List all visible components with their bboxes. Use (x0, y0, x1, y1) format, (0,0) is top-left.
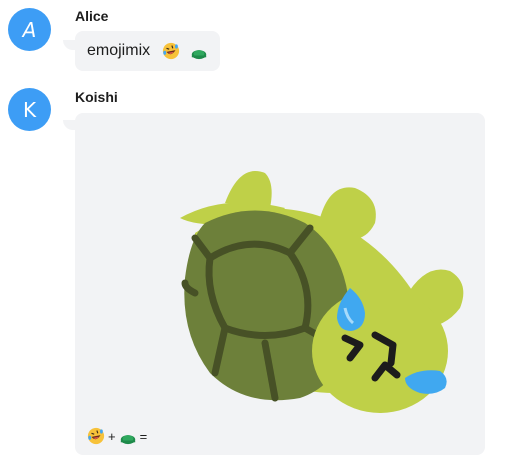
avatar-letter: A (22, 17, 37, 42)
message-bubble: emojimix (75, 31, 221, 71)
image-bubble[interactable]: + = (75, 113, 485, 455)
sender-name: Alice (75, 8, 109, 24)
avatar-alice[interactable]: A (8, 8, 51, 51)
equals-sign: = (139, 428, 148, 444)
avatar-koishi[interactable]: K (8, 88, 51, 131)
message-text: emojimix (87, 42, 151, 59)
sender-name: Koishi (75, 89, 118, 105)
turtle-emoji-icon (120, 435, 135, 445)
avatar-letter: K (22, 97, 37, 122)
message-koishi: K Koishi + = (0, 80, 506, 460)
rofl-emoji-icon (163, 42, 180, 60)
plus-sign: + (108, 428, 116, 444)
message-alice: A Alice emojimix (0, 0, 506, 75)
rofl-emoji-icon (87, 427, 105, 445)
turtle-emoji-icon (191, 50, 207, 60)
chat-window: A Alice emojimix K Koishi + = (0, 0, 506, 472)
laughing-turtle-sticker-icon (180, 171, 464, 413)
sticker-caption: + = (87, 427, 147, 445)
